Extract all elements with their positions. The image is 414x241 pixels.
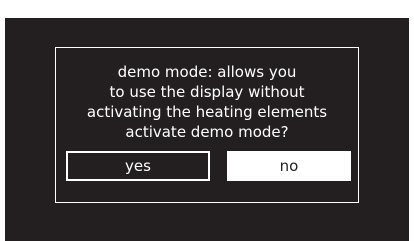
message-line-1: demo mode: allows you [117,63,297,81]
message-line-4: activate demo mode? [125,123,289,141]
demo-mode-dialog: demo mode: allows you to use the display… [55,47,359,203]
dialog-message: demo mode: allows you to use the display… [56,62,358,142]
no-button[interactable]: no [227,151,351,181]
message-line-2: to use the display without [109,83,305,101]
message-line-3: activating the heating elements [86,103,328,121]
yes-button[interactable]: yes [66,151,210,181]
display-screen: demo mode: allows you to use the display… [5,18,409,241]
